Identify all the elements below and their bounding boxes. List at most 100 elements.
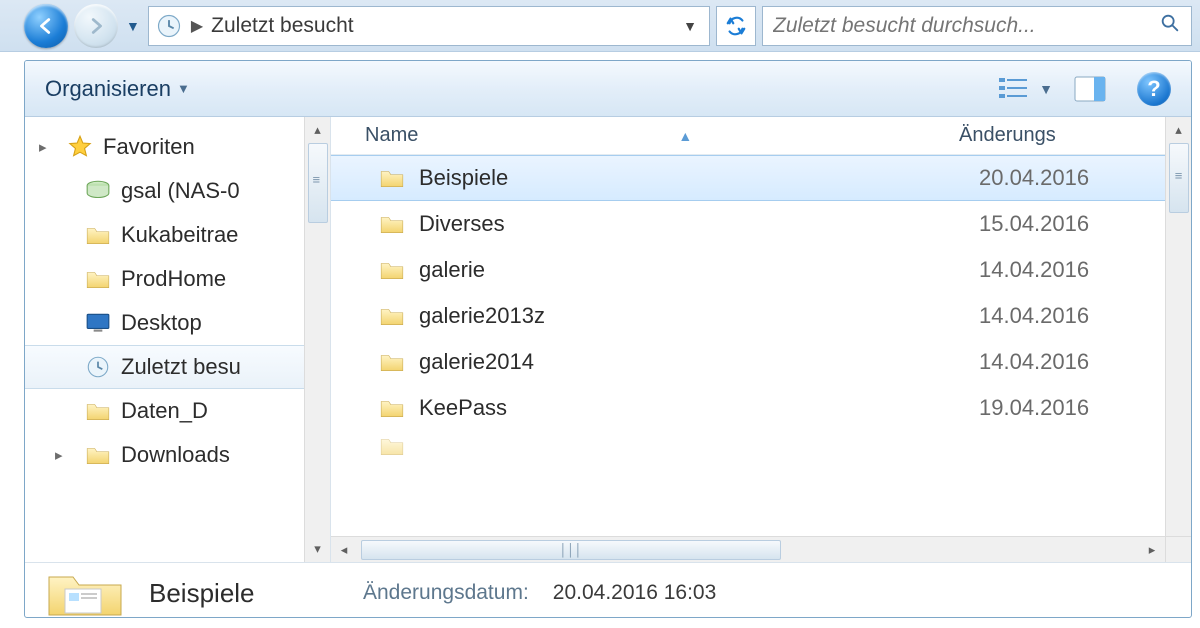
sidebar-item-label: Downloads	[121, 442, 230, 468]
arrow-right-icon	[85, 15, 107, 37]
desktop-icon	[85, 310, 111, 336]
refresh-icon	[725, 15, 747, 37]
scroll-up-icon[interactable]: ▴	[305, 117, 330, 143]
horizontal-scrollbar[interactable]: ◂ │││ ▸	[331, 536, 1165, 562]
arrow-left-icon	[35, 15, 57, 37]
preview-pane-button[interactable]	[1067, 69, 1113, 109]
favorites-group[interactable]: ▸ Favoriten	[25, 125, 330, 169]
file-name: KeePass	[419, 395, 979, 421]
search-input[interactable]	[773, 14, 1151, 38]
toolbar: Organisieren ▼ ▼ ?	[25, 61, 1191, 117]
sidebar-item-label: Zuletzt besu	[121, 354, 241, 380]
search-box[interactable]	[762, 6, 1192, 46]
preview-pane-icon	[1074, 76, 1106, 102]
refresh-button[interactable]	[716, 6, 756, 46]
column-headers: Name ▲ Änderungs	[331, 117, 1191, 155]
folder-icon	[85, 442, 111, 468]
file-name: Diverses	[419, 211, 979, 237]
details-view-icon	[998, 76, 1030, 102]
scroll-thumb[interactable]	[308, 143, 328, 223]
navigation-bar: ▼ ▶ Zuletzt besucht ▼	[0, 0, 1200, 52]
favorites-label: Favoriten	[103, 134, 195, 160]
sidebar-item[interactable]: Desktop	[25, 301, 330, 345]
vertical-scrollbar[interactable]: ▴ ▾	[1165, 117, 1191, 562]
address-dropdown[interactable]: ▼	[677, 18, 703, 34]
help-icon: ?	[1147, 76, 1160, 102]
folder-icon	[85, 398, 111, 424]
file-list: Name ▲ Änderungs Beispiele 20.04.2016 Di…	[331, 117, 1191, 562]
scroll-down-icon[interactable]: ▾	[305, 536, 330, 562]
sidebar-item-label: Kukabeitrae	[121, 222, 238, 248]
file-name: galerie2014	[419, 349, 979, 375]
folder-icon	[379, 303, 405, 329]
file-row[interactable]: galerie 14.04.2016	[331, 247, 1191, 293]
scroll-up-icon[interactable]: ▴	[1166, 117, 1191, 143]
sidebar-item[interactable]: Kukabeitrae	[25, 213, 330, 257]
column-date[interactable]: Änderungs	[955, 124, 1191, 147]
sidebar-item-label: Desktop	[121, 310, 202, 336]
folder-large-icon	[45, 567, 125, 618]
file-row[interactable]: Beispiele 20.04.2016	[331, 155, 1191, 201]
recent-places-icon	[85, 354, 111, 380]
chevron-down-icon: ▼	[177, 81, 190, 96]
file-name: galerie	[419, 257, 979, 283]
sort-ascending-icon: ▲	[678, 128, 692, 144]
scrollbar-corner	[1165, 536, 1191, 562]
folder-icon	[379, 433, 405, 459]
details-title: Beispiele	[149, 578, 339, 609]
folder-icon	[379, 211, 405, 237]
star-icon	[67, 134, 93, 160]
file-date: 19.04.2016	[979, 395, 1089, 421]
sidebar-item[interactable]: ▸ Downloads	[25, 433, 330, 477]
drive-icon	[85, 178, 111, 204]
forward-button[interactable]	[74, 4, 118, 48]
file-date: 15.04.2016	[979, 211, 1089, 237]
file-name: Beispiele	[419, 165, 979, 191]
file-name: galerie2013z	[419, 303, 979, 329]
details-date-label: Änderungsdatum:	[363, 581, 529, 605]
sidebar-scrollbar[interactable]: ▴ ▾	[304, 117, 330, 562]
folder-icon	[379, 395, 405, 421]
scroll-thumb[interactable]	[1169, 143, 1189, 213]
address-bar[interactable]: ▶ Zuletzt besucht ▼	[148, 6, 710, 46]
details-date-value: 20.04.2016 16:03	[553, 581, 717, 605]
sidebar-item-label: Daten_D	[121, 398, 208, 424]
breadcrumb-location[interactable]: Zuletzt besucht	[211, 14, 353, 38]
recent-places-icon	[155, 12, 183, 40]
scroll-right-icon[interactable]: ▸	[1139, 537, 1165, 562]
file-row[interactable]	[331, 431, 1191, 461]
folder-icon	[85, 222, 111, 248]
back-button[interactable]	[24, 4, 68, 48]
view-options-button[interactable]	[991, 69, 1037, 109]
help-button[interactable]: ?	[1137, 72, 1171, 106]
collapse-icon[interactable]: ▸	[39, 138, 47, 156]
file-date: 14.04.2016	[979, 257, 1089, 283]
organize-button[interactable]: Organisieren ▼	[45, 76, 190, 102]
sidebar-item-label: gsal (NAS-0	[121, 178, 240, 204]
folder-icon	[379, 349, 405, 375]
view-dropdown[interactable]: ▼	[1037, 81, 1055, 97]
history-dropdown[interactable]: ▼	[124, 18, 142, 34]
column-name[interactable]: Name ▲	[365, 124, 955, 147]
file-row[interactable]: galerie2014 14.04.2016	[331, 339, 1191, 385]
file-date: 14.04.2016	[979, 349, 1089, 375]
file-date: 20.04.2016	[979, 165, 1089, 191]
scroll-left-icon[interactable]: ◂	[331, 537, 357, 562]
sidebar-item[interactable]: ProdHome	[25, 257, 330, 301]
organize-label: Organisieren	[45, 76, 171, 102]
file-row[interactable]: Diverses 15.04.2016	[331, 201, 1191, 247]
navigation-pane: ▸ Favoriten gsal (NAS-0 Kukabeitrae Prod…	[25, 117, 331, 562]
folder-icon	[379, 165, 405, 191]
sidebar-item[interactable]: Daten_D	[25, 389, 330, 433]
file-date: 14.04.2016	[979, 303, 1089, 329]
file-row[interactable]: galerie2013z 14.04.2016	[331, 293, 1191, 339]
folder-icon	[379, 257, 405, 283]
sidebar-item[interactable]: gsal (NAS-0	[25, 169, 330, 213]
sidebar-item-selected[interactable]: Zuletzt besu	[25, 345, 330, 389]
file-row[interactable]: KeePass 19.04.2016	[331, 385, 1191, 431]
folder-icon	[85, 266, 111, 292]
details-pane: Beispiele Änderungsdatum: 20.04.2016 16:…	[25, 563, 1191, 618]
expand-icon[interactable]: ▸	[55, 446, 63, 464]
search-icon[interactable]	[1151, 12, 1181, 40]
scroll-thumb[interactable]: │││	[361, 540, 781, 560]
